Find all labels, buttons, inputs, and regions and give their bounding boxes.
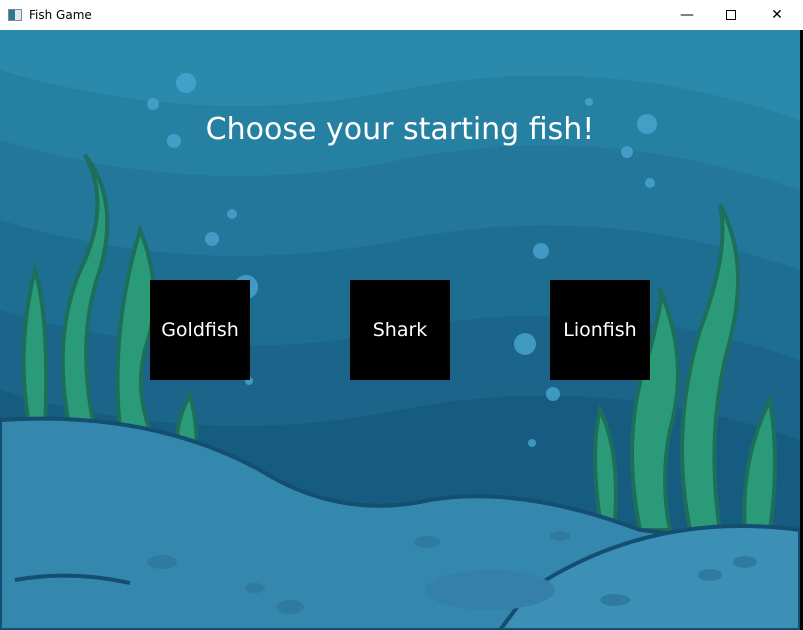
game-canvas: Choose your starting fish! Goldfish Shar… bbox=[0, 30, 800, 630]
minimize-icon: — bbox=[680, 7, 694, 23]
maximize-icon bbox=[726, 10, 736, 20]
window-title: Fish Game bbox=[29, 8, 92, 22]
lionfish-button[interactable]: Lionfish bbox=[550, 280, 650, 380]
close-button[interactable]: ✕ bbox=[754, 0, 800, 30]
app-icon bbox=[8, 9, 22, 21]
maximize-button[interactable] bbox=[708, 0, 754, 30]
title-bar: Fish Game — ✕ bbox=[0, 0, 803, 30]
close-icon: ✕ bbox=[771, 7, 783, 23]
page-title: Choose your starting fish! bbox=[205, 112, 595, 147]
goldfish-button[interactable]: Goldfish bbox=[150, 280, 250, 380]
shark-button[interactable]: Shark bbox=[350, 280, 450, 380]
minimize-button[interactable]: — bbox=[664, 0, 710, 30]
